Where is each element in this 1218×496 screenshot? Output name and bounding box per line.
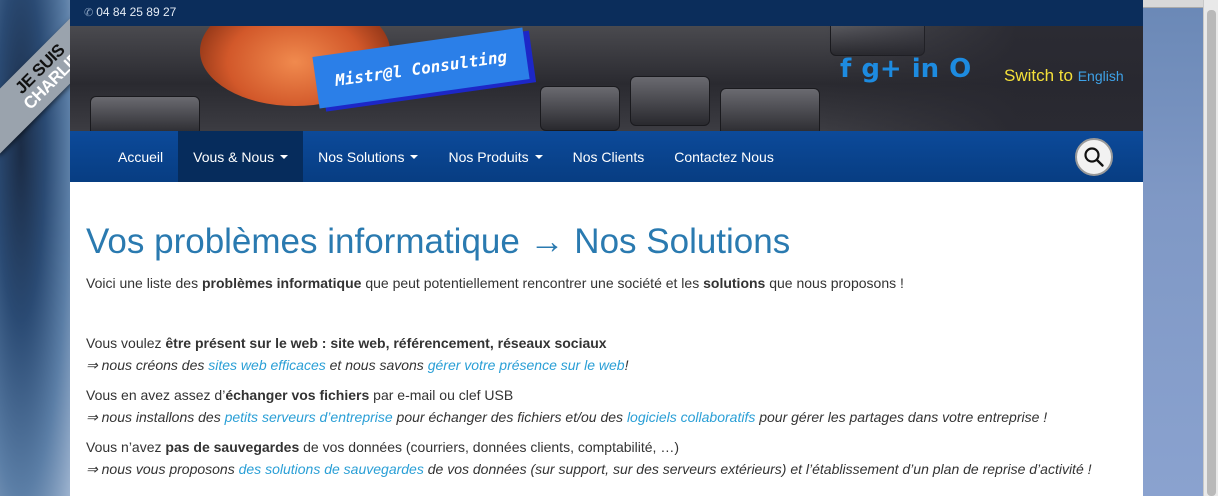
answer-part: pour gérer les partages dans votre entre… xyxy=(755,409,1048,425)
logo-text: Mistr@l Consulting xyxy=(333,46,509,90)
phone-number: 04 84 25 89 27 xyxy=(96,5,177,19)
question-bold: pas de sauvegardes xyxy=(165,439,300,455)
question-part: Vous en avez assez d’ xyxy=(86,387,226,403)
english-link[interactable]: English xyxy=(1078,68,1124,84)
page-title: Vos problèmes informatique → Nos Solutio… xyxy=(86,222,791,261)
answer-part: pour échanger des fichiers et/ou des xyxy=(392,409,627,425)
answer-part: ⇒ nous installons des xyxy=(86,409,225,425)
answer-part: et nous savons xyxy=(325,357,428,373)
keyboard-key xyxy=(540,86,620,131)
language-switch: Switch to English xyxy=(1004,66,1124,86)
sauvegardes-link[interactable]: des solutions de sauvegardes xyxy=(239,461,424,477)
presence-web-link[interactable]: gérer votre présence sur le web xyxy=(428,357,625,373)
sites-web-link[interactable]: sites web efficaces xyxy=(208,357,326,373)
question-part: Vous n’avez xyxy=(86,439,166,455)
social-links: f g+ in O xyxy=(840,56,971,82)
nav-label: Nos Produits xyxy=(448,148,529,165)
nav-item-nos-solutions[interactable]: Nos Solutions xyxy=(303,131,433,182)
question-part: Vous voulez xyxy=(86,335,166,351)
phone-icon: ✆ xyxy=(84,7,94,19)
chevron-down-icon xyxy=(410,154,419,159)
intro-bold: solutions xyxy=(703,275,766,291)
problem-question: Vous en avez assez d’échanger vos fichie… xyxy=(86,384,1127,406)
linkedin-icon[interactable]: in xyxy=(912,56,939,82)
chevron-down-icon xyxy=(280,154,289,159)
other-social-icon[interactable]: O xyxy=(949,56,971,82)
problem-question: Vous n’avez pas de sauvegardes de vos do… xyxy=(86,436,1127,458)
main-content: Vos problèmes informatique → Nos Solutio… xyxy=(70,182,1143,480)
page-container: ✆ 04 84 25 89 27 Mistr@l Consulting f g+ … xyxy=(70,0,1143,496)
search-icon xyxy=(1084,147,1104,167)
question-bold: échanger vos fichiers xyxy=(225,387,370,403)
answer-part: de vos données (sur support, sur des ser… xyxy=(423,461,1092,477)
browser-edge xyxy=(1143,0,1203,8)
intro-part: que nous proposons ! xyxy=(765,275,904,291)
nav-item-nos-produits[interactable]: Nos Produits xyxy=(433,131,557,182)
main-nav: Accueil Vous & Nous Nos Solutions Nos Pr… xyxy=(70,131,1143,182)
nav-item-accueil[interactable]: Accueil xyxy=(103,131,178,182)
switch-label: Switch to xyxy=(1004,66,1073,85)
keyboard-key xyxy=(90,96,200,131)
serveurs-link[interactable]: petits serveurs d’entreprise xyxy=(225,409,393,425)
nav-label: Accueil xyxy=(118,148,164,165)
intro-text: Voici une liste des problèmes informatiq… xyxy=(86,272,1127,294)
problem-block-web: Vous voulez être présent sur le web : si… xyxy=(86,332,1127,376)
nav-label: Nos Solutions xyxy=(318,148,405,165)
keyboard-key xyxy=(720,88,820,131)
nav-item-contactez-nous[interactable]: Contactez Nous xyxy=(659,131,789,182)
search-button[interactable] xyxy=(1075,138,1113,176)
site-header: Mistr@l Consulting f g+ in O Switch to E… xyxy=(70,26,1143,131)
google-plus-icon[interactable]: g+ xyxy=(861,56,901,82)
question-part: de vos données (courriers, données clien… xyxy=(299,439,679,455)
answer-part: ⇒ nous créons des xyxy=(86,357,209,373)
question-part: par e-mail ou clef USB xyxy=(369,387,514,403)
intro-part: que peut potentiellement rencontrer une … xyxy=(361,275,704,291)
problem-block-backups: Vous n’avez pas de sauvegardes de vos do… xyxy=(86,436,1127,480)
top-contact-bar: ✆ 04 84 25 89 27 xyxy=(70,0,1143,26)
nav-label: Contactez Nous xyxy=(674,148,774,165)
problem-answer: ⇒ nous installons des petits serveurs d’… xyxy=(86,406,1127,428)
answer-part: ! xyxy=(624,357,629,373)
nav-item-nos-clients[interactable]: Nos Clients xyxy=(558,131,660,182)
intro-bold: problèmes informatique xyxy=(201,275,362,291)
problem-block-files: Vous en avez assez d’échanger vos fichie… xyxy=(86,384,1127,428)
scrollbar-thumb[interactable] xyxy=(1207,10,1216,496)
vertical-scrollbar[interactable] xyxy=(1203,0,1218,496)
nav-label: Nos Clients xyxy=(572,148,645,165)
problem-answer: ⇒ nous créons des sites web efficaces et… xyxy=(86,354,1127,376)
answer-part: ⇒ nous vous proposons xyxy=(86,461,239,477)
chevron-down-icon xyxy=(534,154,543,159)
facebook-icon[interactable]: f xyxy=(840,56,851,82)
intro-part: Voici une liste des xyxy=(86,275,202,291)
logiciels-link[interactable]: logiciels collaboratifs xyxy=(627,409,755,425)
problem-answer: ⇒ nous vous proposons des solutions de s… xyxy=(86,458,1127,480)
nav-item-vous-nous[interactable]: Vous & Nous xyxy=(178,131,304,182)
question-bold: être présent sur le web : site web, réfé… xyxy=(165,335,607,351)
keyboard-key xyxy=(630,76,710,126)
nav-label: Vous & Nous xyxy=(193,148,275,165)
problem-question: Vous voulez être présent sur le web : si… xyxy=(86,332,1127,354)
